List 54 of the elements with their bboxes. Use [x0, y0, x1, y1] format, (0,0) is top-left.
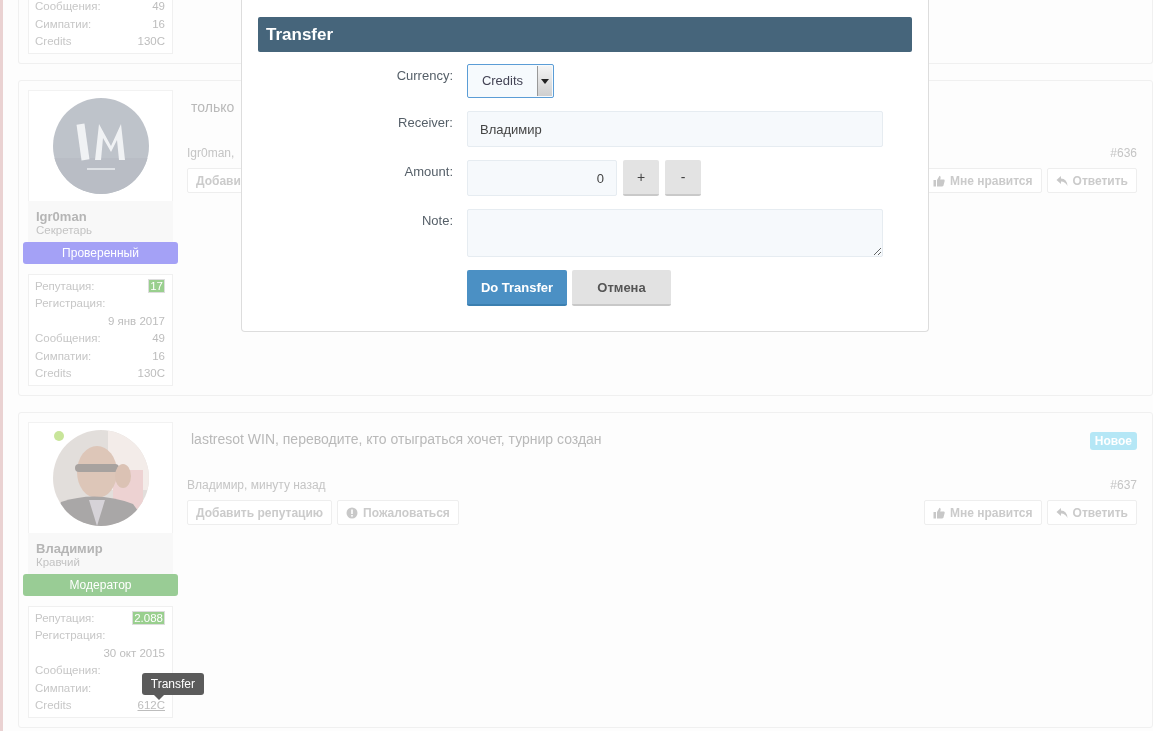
- reply-arrow-icon: [1055, 506, 1068, 519]
- stat-label: Симпатии:: [35, 349, 92, 362]
- stat-label: Симпатии:: [35, 681, 92, 694]
- dialog-title-bar: Transfer: [258, 17, 912, 52]
- stat-value: 9 янв 2017: [107, 314, 165, 327]
- user-name[interactable]: Igr0man: [36, 209, 165, 224]
- stat-label: Сообщения:: [35, 664, 101, 677]
- note-field[interactable]: [467, 209, 883, 257]
- reply-arrow-icon: [1055, 174, 1068, 187]
- field-label: Receiver:: [397, 114, 453, 132]
- post-author-time[interactable]: Владимир, минуту назад: [187, 478, 326, 500]
- stat-value: 30 окт 2015: [103, 646, 165, 659]
- thumbs-up-icon: [932, 506, 945, 519]
- user-group-badge: Проверенный: [23, 242, 178, 264]
- user-name[interactable]: Владимир: [36, 541, 165, 556]
- amount-field[interactable]: 0: [467, 160, 617, 196]
- credits-link[interactable]: 612C: [137, 699, 165, 712]
- stat-label: Сообщения:: [35, 0, 101, 13]
- transfer-button[interactable]: Do Transfer: [467, 270, 567, 306]
- stat-value: 16: [152, 17, 165, 30]
- post-author-time[interactable]: Igr0man,: [187, 146, 235, 168]
- currency-select[interactable]: Credits: [467, 64, 554, 98]
- post-number[interactable]: #636: [1110, 146, 1137, 168]
- reputation-value: 17: [148, 278, 165, 293]
- stat-label: Репутация:: [35, 611, 95, 624]
- stat-label: Репутация:: [35, 279, 95, 292]
- step-button[interactable]: -: [665, 160, 701, 196]
- credits-link[interactable]: 130C: [137, 367, 165, 380]
- post-message: только: [191, 99, 235, 115]
- credits-link[interactable]: 130C: [137, 35, 165, 48]
- stat-label: Credits: [35, 367, 72, 380]
- stat-label: Сообщения:: [35, 332, 101, 345]
- stat-label: Симпатии:: [35, 17, 92, 30]
- stat-value: 16: [152, 349, 165, 362]
- reputation-value: 2.088: [132, 610, 165, 625]
- stat-label: Регистрация:: [35, 297, 106, 310]
- field-label: Currency:: [395, 67, 453, 85]
- alert-icon: [346, 506, 359, 519]
- user-group-badge: Модератор: [23, 574, 178, 596]
- caret-icon: [541, 78, 549, 84]
- thumbs-up-icon: [932, 174, 945, 187]
- post-message: lastresot WIN, переводите, кто отыграться хочет, турнир создан: [191, 431, 602, 447]
- stat-label: Credits: [35, 35, 72, 48]
- field-label: Note:: [420, 212, 453, 230]
- field-label: Amount:: [403, 163, 453, 181]
- post-number[interactable]: #637: [1110, 478, 1137, 500]
- stat-value: 49: [152, 332, 165, 345]
- step-button[interactable]: +: [623, 160, 659, 196]
- stat-label: Credits: [35, 699, 72, 712]
- stat-value: 49: [152, 0, 165, 13]
- new-label: Новое: [1089, 432, 1137, 450]
- receiver-field[interactable]: Владимир: [467, 111, 883, 147]
- stat-label: Регистрация:: [35, 629, 106, 642]
- cancel-button[interactable]: Отмена: [572, 270, 671, 306]
